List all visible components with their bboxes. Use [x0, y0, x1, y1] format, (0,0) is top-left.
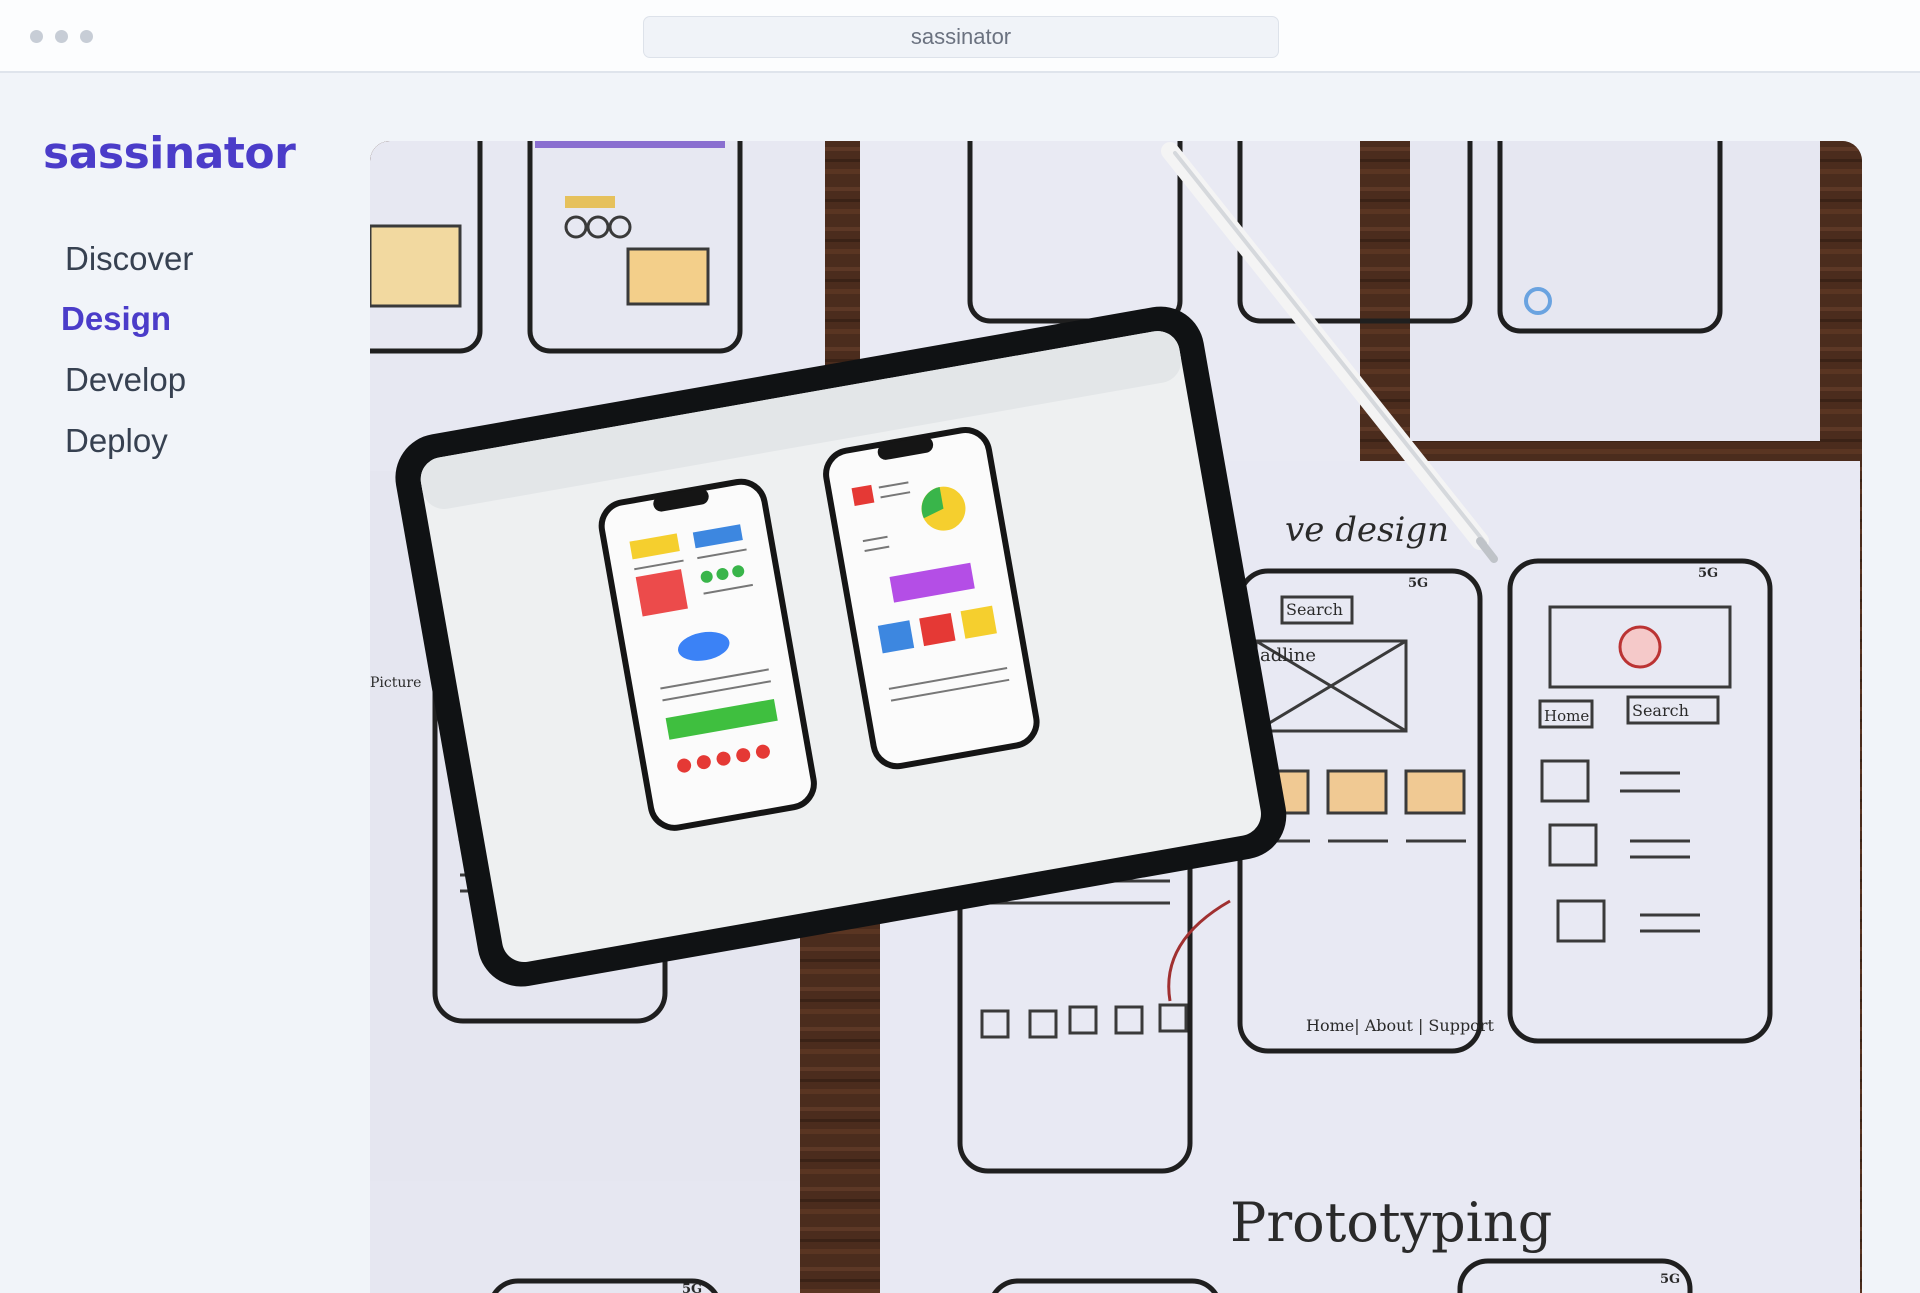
nav-item-discover[interactable]: Discover: [65, 240, 193, 278]
browser-chrome: sassinator: [0, 0, 1920, 73]
window-maximize-dot[interactable]: [80, 30, 93, 43]
sketch-search-1: Search: [1286, 600, 1343, 619]
browser-window: sassinator sassinator Discover Design De…: [0, 0, 1920, 1293]
sketch-home: Home: [1544, 707, 1589, 725]
brand-logo[interactable]: sassinator: [43, 128, 296, 179]
nav-item-design[interactable]: Design: [61, 300, 171, 338]
window-minimize-dot[interactable]: [55, 30, 68, 43]
sketch-heading: ve design: [1285, 510, 1449, 550]
nav-item-deploy[interactable]: Deploy: [65, 422, 168, 460]
sketch-signal-2: 5G: [1698, 566, 1718, 581]
sketch-signal-3: 5G: [682, 1282, 702, 1293]
sketch-prototyping: Prototyping: [1230, 1191, 1552, 1254]
hero-image: ve design Prototyping Search Search Home…: [370, 141, 1862, 1293]
window-close-dot[interactable]: [30, 30, 43, 43]
sketch-footer-links: Home| About | Support: [1306, 1016, 1494, 1035]
sketch-picture: Picture: [370, 675, 421, 691]
address-text: sassinator: [910, 24, 1012, 49]
sketch-signal-4: 5G: [1660, 1272, 1680, 1287]
window-controls: [30, 30, 93, 43]
sketch-headline: adline: [1260, 645, 1316, 666]
nav-item-develop[interactable]: Develop: [65, 361, 186, 399]
sketch-signal-1: 5G: [1408, 576, 1428, 591]
sketch-search-2: Search: [1632, 701, 1689, 720]
address-bar[interactable]: sassinator: [643, 16, 1279, 58]
